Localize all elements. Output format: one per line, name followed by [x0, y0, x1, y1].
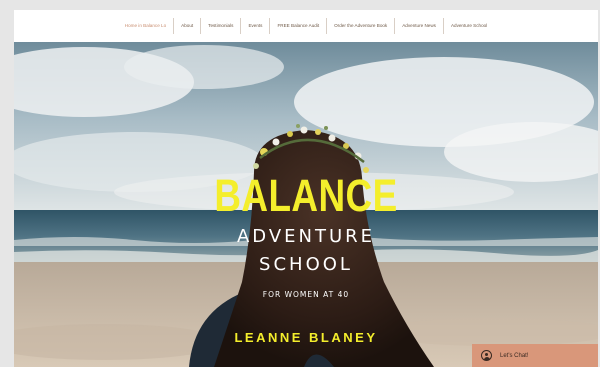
chat-button[interactable]: Let's Chat! — [472, 344, 598, 367]
chat-label: Let's Chat! — [500, 352, 529, 359]
nav-item-about[interactable]: About — [174, 18, 202, 34]
nav-item-events[interactable]: Events — [241, 18, 271, 34]
top-navigation: Home in Balance Lo About Testimonials Ev… — [14, 10, 598, 42]
hero-subtitle: FOR WOMEN AT 40 — [262, 290, 350, 299]
nav-item-balance-audit[interactable]: FREE Balance Audit — [270, 18, 328, 34]
hero-author: LEANNE BLANEY — [234, 330, 378, 345]
hero-title-adventure: ADVENTURE — [236, 226, 376, 247]
person-icon — [481, 350, 492, 361]
hero-section: BALANCE ADVENTURE SCHOOL FOR WOMEN AT 40… — [14, 42, 598, 367]
nav-item-adventure-news[interactable]: Adventure News — [395, 18, 444, 34]
hero-title-balance: BALANCE — [214, 170, 398, 221]
browser-frame: Home in Balance Lo About Testimonials Ev… — [14, 10, 598, 367]
nav-item-adventure-school[interactable]: Adventure School — [444, 18, 494, 34]
nav-item-testimonials[interactable]: Testimonials — [201, 18, 242, 34]
nav-item-home[interactable]: Home in Balance Lo — [118, 18, 175, 34]
nav-item-order-book[interactable]: Order the Adventure Book — [327, 18, 396, 34]
nav-list: Home in Balance Lo About Testimonials Ev… — [118, 10, 494, 42]
hero-title-school: SCHOOL — [259, 254, 353, 275]
